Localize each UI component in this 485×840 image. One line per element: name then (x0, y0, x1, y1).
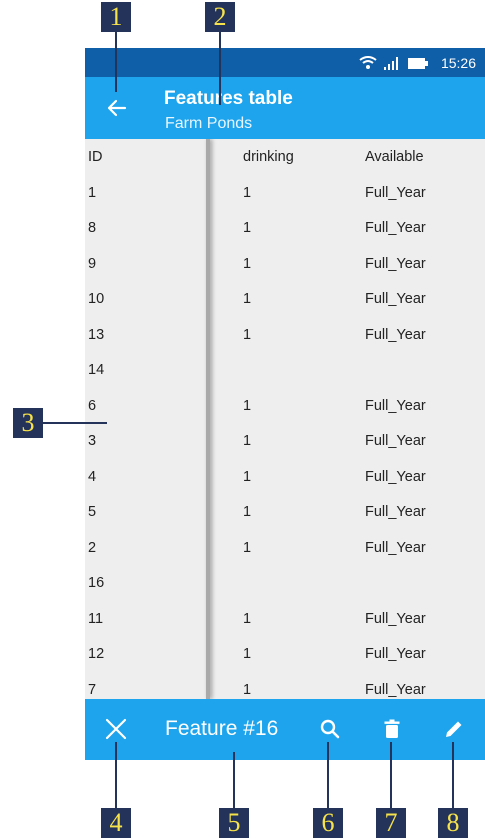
cell-drinking: 1 (243, 433, 252, 449)
table-row[interactable]: 13 1 Full_Year (85, 317, 485, 353)
cell-id: 11 (88, 610, 104, 627)
close-icon[interactable] (104, 717, 128, 741)
cell-drinking: 1 (243, 255, 252, 272)
callout-6: 6 (313, 808, 343, 838)
page-subtitle: Farm Ponds (165, 115, 253, 132)
cell-available: Full_Year (365, 504, 426, 520)
cell-drinking: 1 (243, 610, 252, 627)
page-title: Features table (164, 88, 293, 109)
table-row[interactable]: 9 1 Full_Year (85, 246, 485, 282)
cell-available: Full_Year (365, 646, 426, 662)
column-header[interactable]: ID (88, 149, 103, 165)
callout-3: 3 (13, 408, 43, 438)
table-row[interactable]: 7 1 Full_Year (85, 672, 485, 700)
cell-drinking: 1 (243, 504, 252, 520)
phone-screen: 15:26 Features table Farm Ponds ID drinki… (85, 48, 485, 760)
cell-id: 3 (88, 433, 97, 449)
callout-1: 1 (101, 2, 131, 32)
table-row[interactable]: 8 1 Full_Year (85, 210, 485, 246)
cell-available: Full_Year (365, 184, 426, 201)
trash-icon[interactable] (380, 717, 404, 741)
callout-8: 8 (438, 808, 468, 838)
cell-drinking: 1 (243, 184, 252, 201)
cell-id: 14 (88, 362, 105, 378)
cell-drinking: 1 (243, 326, 252, 343)
cell-id: 7 (88, 681, 97, 698)
cell-id: 5 (88, 504, 97, 520)
table-row[interactable]: 4 1 Full_Year (85, 459, 485, 495)
cell-available: Full_Year (365, 397, 426, 414)
features-table[interactable]: ID drinking Available 1 1 Full_Year 8 1 Full_Yea… (85, 139, 485, 699)
status-bar: 15:26 (85, 48, 485, 77)
bottom-toolbar: Feature #16 (85, 699, 485, 760)
arrow-left-icon[interactable] (105, 96, 129, 120)
cell-available: Full_Year (365, 433, 426, 449)
cell-id: 2 (88, 539, 97, 556)
callout-1-line (115, 32, 117, 92)
table-row[interactable]: 12 1 Full_Year (85, 636, 485, 672)
cell-id: 10 (88, 291, 105, 307)
cell-id: 16 (88, 575, 105, 591)
cell-available: Full_Year (365, 255, 426, 272)
feature-label: Feature #16 (165, 717, 279, 740)
cell-available: Full_Year (365, 326, 426, 343)
table-row[interactable]: 10 1 Full_Year (85, 281, 485, 317)
column-header[interactable]: Available (365, 149, 424, 165)
cell-drinking: 1 (243, 220, 252, 236)
table-row[interactable]: 5 1 Full_Year (85, 494, 485, 530)
table-row[interactable]: 3 1 Full_Year (85, 423, 485, 459)
cell-available: Full_Year (365, 220, 426, 236)
cell-drinking: 1 (243, 681, 252, 698)
table-row[interactable]: 2 1 Full_Year (85, 530, 485, 566)
callout-7-line (390, 742, 392, 808)
callout-4-line (115, 742, 117, 808)
cell-id: 1 (88, 184, 97, 201)
cell-available: Full_Year (365, 610, 426, 627)
status-time: 15:26 (440, 55, 476, 71)
table-row[interactable]: 6 1 Full_Year (85, 388, 485, 424)
cell-drinking: 1 (243, 468, 252, 485)
callout-7: 7 (376, 808, 406, 838)
callout-3-line (43, 422, 107, 424)
callout-2: 2 (205, 2, 235, 32)
cell-available: Full_Year (365, 681, 426, 698)
callout-2-line (219, 32, 221, 105)
table-row[interactable]: 1 1 Full_Year (85, 175, 485, 211)
signal-icon (384, 57, 398, 70)
cell-drinking: 1 (243, 646, 252, 662)
wifi-icon (359, 56, 377, 69)
cell-available: Full_Year (365, 468, 426, 485)
cell-available: Full_Year (365, 291, 426, 307)
cell-drinking: 1 (243, 291, 252, 307)
table-row[interactable]: 16 (85, 565, 485, 601)
app-bar: Features table Farm Ponds (85, 77, 485, 139)
callout-5-line (233, 752, 235, 808)
cell-drinking: 1 (243, 397, 252, 414)
callout-4: 4 (101, 808, 131, 838)
cell-id: 13 (88, 326, 105, 343)
cell-id: 9 (88, 255, 97, 272)
table-row[interactable]: 11 1 Full_Year (85, 601, 485, 637)
cell-id: 8 (88, 220, 97, 236)
battery-icon (408, 57, 428, 69)
callout-8-line (452, 742, 454, 808)
callout-6-line (327, 742, 329, 808)
cell-id: 4 (88, 468, 97, 485)
column-header[interactable]: drinking (243, 149, 294, 165)
search-icon[interactable] (318, 717, 342, 741)
cell-id: 6 (88, 397, 97, 414)
table-header-row: ID drinking Available (85, 139, 485, 175)
callout-5: 5 (219, 808, 249, 838)
pencil-icon[interactable] (442, 717, 466, 741)
cell-id: 12 (88, 646, 105, 662)
cell-drinking: 1 (243, 539, 252, 556)
cell-available: Full_Year (365, 539, 426, 556)
table-row[interactable]: 14 (85, 352, 485, 388)
status-icons (359, 54, 429, 72)
